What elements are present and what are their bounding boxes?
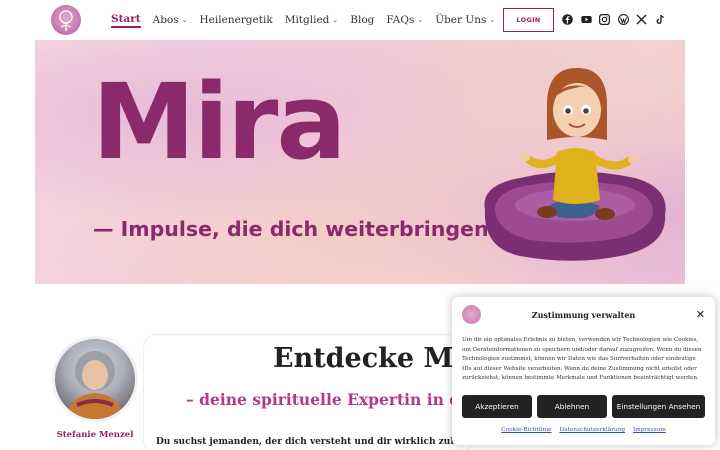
mira-character-illustration xyxy=(484,68,666,261)
nav-blog-label: Blog xyxy=(350,14,375,26)
login-button[interactable]: LOGIN xyxy=(503,8,554,32)
intro-subheading: – deine spirituelle Expertin in der xyxy=(186,390,479,409)
nav-blog[interactable]: Blog xyxy=(350,14,374,26)
nav-start[interactable]: Start xyxy=(111,13,141,28)
nav-abos-label: Abos xyxy=(152,14,179,26)
consent-links: Cookie-Richtlinie Datenschutzerklärung I… xyxy=(452,427,715,433)
lotus-logo-icon xyxy=(59,10,73,31)
x-icon[interactable] xyxy=(636,14,647,25)
close-icon[interactable]: ✕ xyxy=(696,308,705,321)
cookie-consent-dialog: Zustimmung verwalten ✕ Um dir ein optima… xyxy=(452,297,715,445)
reject-button[interactable]: Ablehnen xyxy=(537,395,607,418)
nav-mitglied[interactable]: Mitglied ⌄ xyxy=(285,14,339,26)
author-name: Stefanie Menzel xyxy=(56,430,134,440)
imprint-link[interactable]: Impressum xyxy=(633,427,666,433)
wordpress-icon[interactable] xyxy=(617,14,629,25)
consent-title: Zustimmung verwalten xyxy=(531,310,636,320)
nav-faqs-label: FAQs xyxy=(386,14,415,26)
social-links xyxy=(562,14,673,25)
site-header: Start Abos ⌄ Heilenergetik Mitglied ⌄ Bl… xyxy=(0,0,720,40)
consent-text: Um dir ein optimales Erlebnis zu bieten,… xyxy=(462,337,702,381)
main-nav: Start Abos ⌄ Heilenergetik Mitglied ⌄ Bl… xyxy=(111,12,507,28)
tiktok-icon[interactable] xyxy=(655,14,666,25)
author-photo xyxy=(67,351,123,419)
hero-title: Mira xyxy=(92,61,347,183)
privacy-policy-link[interactable]: Datenschutzerklärung xyxy=(559,427,625,433)
nav-ueber-uns[interactable]: Über Uns ⌄ xyxy=(435,14,495,26)
chevron-down-icon: ⌄ xyxy=(489,16,496,24)
nav-heilenergetik-label: Heilenergetik xyxy=(199,14,273,26)
nav-abos[interactable]: Abos ⌄ xyxy=(153,14,188,26)
nav-mitglied-label: Mitglied xyxy=(284,14,330,26)
author-avatar xyxy=(52,336,138,422)
site-logo[interactable] xyxy=(51,5,81,35)
nav-faqs[interactable]: FAQs ⌄ xyxy=(386,14,423,26)
nav-ueber-uns-label: Über Uns xyxy=(435,14,487,26)
hero-banner: Mira — Impulse, die dich weiterbringen! xyxy=(35,40,685,284)
chevron-down-icon: ⌄ xyxy=(417,16,424,24)
accept-button[interactable]: Akzeptieren xyxy=(462,395,532,418)
nav-start-label: Start xyxy=(111,12,141,25)
facebook-icon[interactable] xyxy=(562,14,573,25)
youtube-icon[interactable] xyxy=(580,14,592,25)
instagram-icon[interactable] xyxy=(599,14,610,25)
intro-heading: Entdecke Mir xyxy=(273,343,478,374)
chevron-down-icon: ⌄ xyxy=(181,16,188,24)
cookie-policy-link[interactable]: Cookie-Richtlinie xyxy=(501,427,551,433)
nav-heilenergetik[interactable]: Heilenergetik xyxy=(200,14,273,26)
hero-subtitle: — Impulse, die dich weiterbringen! xyxy=(93,217,498,241)
settings-button[interactable]: Einstellungen Ansehen xyxy=(612,395,705,418)
consent-buttons: Akzeptieren Ablehnen Einstellungen Anseh… xyxy=(462,395,705,418)
intro-text: Du suchst jemanden, der dich versteht un… xyxy=(156,437,478,447)
chevron-down-icon: ⌄ xyxy=(332,16,339,24)
